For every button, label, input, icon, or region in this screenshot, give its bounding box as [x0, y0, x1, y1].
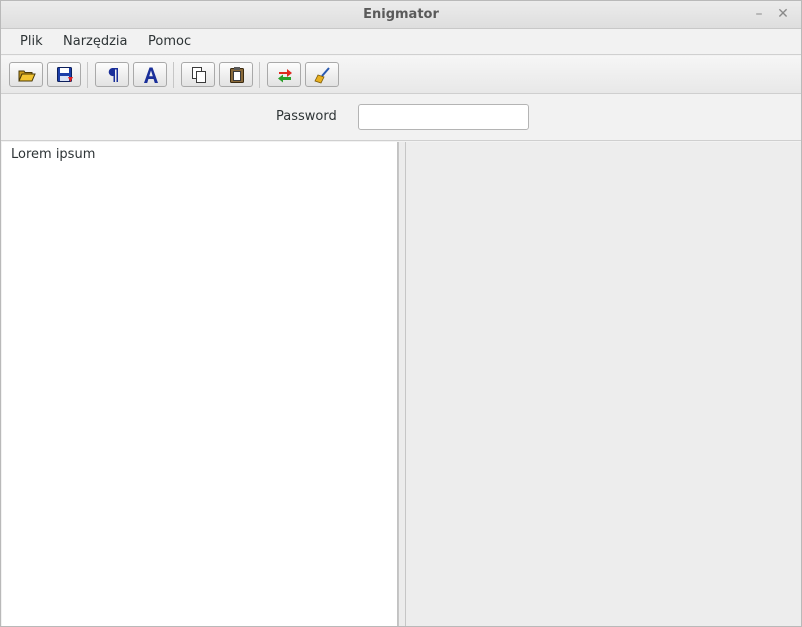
paragraph-icon [108, 68, 118, 82]
window-title: Enigmator [363, 7, 439, 22]
copy-button[interactable] [181, 62, 215, 87]
save-button[interactable] [47, 62, 81, 87]
open-button[interactable] [9, 62, 43, 87]
output-text-area[interactable] [406, 142, 801, 626]
title-bar[interactable]: Enigmator – ✕ [1, 1, 801, 29]
swap-button[interactable] [267, 62, 301, 87]
save-icon [57, 67, 73, 82]
clear-broom-icon [314, 67, 330, 84]
toolbar-separator [259, 62, 260, 88]
font-button[interactable] [133, 62, 167, 87]
password-input[interactable] [358, 104, 529, 130]
font-icon [144, 67, 158, 83]
toolbar-separator [173, 62, 174, 88]
input-text-area[interactable]: Lorem ipsum [2, 142, 398, 626]
paragraph-button[interactable] [95, 62, 129, 87]
clear-button[interactable] [305, 62, 339, 87]
swap-icon [278, 69, 292, 83]
split-pane-divider[interactable] [398, 142, 406, 626]
minimize-button[interactable]: – [751, 6, 767, 22]
paste-button[interactable] [219, 62, 253, 87]
menu-pomoc[interactable]: Pomoc [146, 29, 193, 55]
menu-plik[interactable]: Plik [18, 29, 45, 55]
menu-narzedzia[interactable]: Narzędzia [61, 29, 130, 55]
toolbar-separator [87, 62, 88, 88]
password-bar: Password [1, 95, 801, 141]
menu-bar: Plik Narzędzia Pomoc [1, 29, 801, 55]
password-label: Password [276, 109, 337, 124]
paste-icon [230, 67, 244, 83]
app-window: Enigmator – ✕ Plik Narzędzia Pomoc Passw… [0, 0, 802, 627]
copy-icon [192, 67, 206, 83]
close-button[interactable]: ✕ [775, 6, 791, 22]
input-text[interactable]: Lorem ipsum [2, 142, 397, 168]
open-folder-icon [18, 70, 36, 82]
toolbar [1, 56, 801, 94]
